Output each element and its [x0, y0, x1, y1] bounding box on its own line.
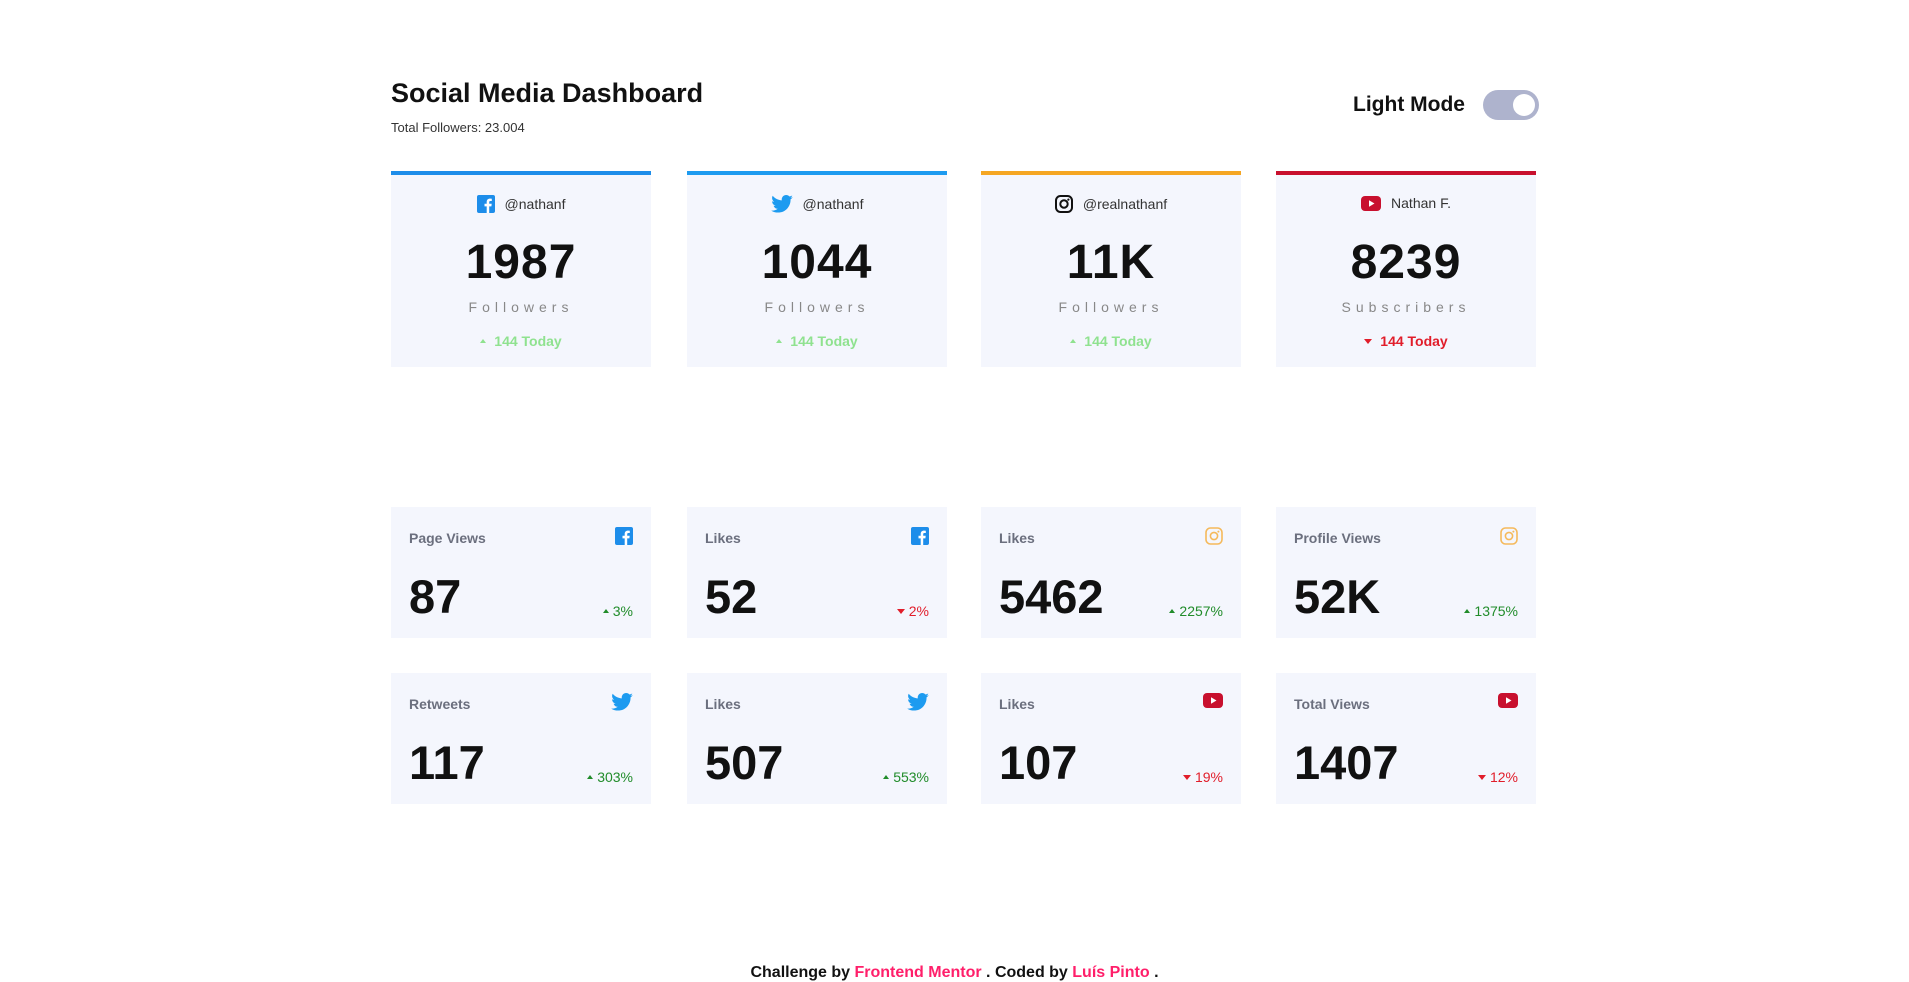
today-change: 144 Today: [981, 333, 1241, 349]
overview-card[interactable]: Likes 5462 2257%: [981, 507, 1241, 638]
facebook-icon: [615, 527, 633, 545]
account-handle: @nathanf: [802, 196, 864, 212]
facebook-icon: [476, 195, 495, 213]
instagram-icon: [1500, 527, 1518, 545]
arrow-up-icon: [1070, 339, 1077, 343]
theme-toggle[interactable]: [1483, 90, 1539, 120]
account-handle: @nathanf: [504, 196, 566, 212]
metric-value: 507: [705, 736, 784, 789]
metric-value: 87: [409, 570, 462, 623]
overview-card[interactable]: Retweets 117 303%: [391, 673, 651, 804]
metric-change: 303%: [587, 769, 633, 785]
count-unit: Followers: [468, 299, 574, 315]
metric-change: 12%: [1477, 769, 1518, 785]
metric-label: Retweets: [409, 696, 471, 712]
arrow-up-icon: [602, 609, 609, 613]
card-accent-bar: [391, 171, 651, 175]
twitter-icon: [907, 693, 929, 711]
youtube-icon: [1361, 195, 1382, 211]
twitter-icon: [770, 195, 793, 213]
total-followers: Total Followers: 23.004: [391, 120, 525, 135]
arrow-down-icon: [1477, 774, 1486, 780]
metric-label: Profile Views: [1294, 530, 1381, 546]
follower-count: 8239: [1350, 236, 1462, 289]
metric-label: Likes: [705, 696, 741, 712]
metric-change: 1375%: [1464, 603, 1518, 619]
arrow-down-icon: [1364, 338, 1373, 344]
youtube-icon: [1203, 693, 1223, 708]
account-handle: Nathan F.: [1391, 195, 1451, 211]
count-unit: Subscribers: [1341, 299, 1471, 315]
arrow-down-icon: [896, 608, 905, 614]
count-unit: Followers: [764, 299, 870, 315]
youtube-icon: [1498, 693, 1518, 708]
instagram-icon: [1054, 195, 1073, 213]
metric-value: 52: [705, 570, 758, 623]
today-change: 144 Today: [1276, 333, 1536, 349]
arrow-up-icon: [1169, 609, 1176, 613]
overview-card[interactable]: Likes 107 19%: [981, 673, 1241, 804]
account-handle: @realnathanf: [1082, 196, 1168, 212]
card-accent-bar: [1276, 171, 1536, 175]
follower-card-instagram[interactable]: @realnathanf 11K Followers 144 Today: [981, 171, 1241, 367]
arrow-up-icon: [883, 775, 890, 779]
follower-count: 1987: [465, 236, 577, 289]
author-link[interactable]: Luís Pinto: [1072, 964, 1149, 981]
instagram-icon: [1205, 527, 1223, 545]
twitter-icon: [611, 693, 633, 711]
metric-change: 3%: [602, 603, 633, 619]
metric-change: 553%: [883, 769, 929, 785]
metric-label: Likes: [999, 696, 1035, 712]
follower-card-facebook[interactable]: @nathanf 1987 Followers 144 Today: [391, 171, 651, 367]
metric-value: 107: [999, 736, 1078, 789]
metric-label: Likes: [999, 530, 1035, 546]
overview-card[interactable]: Profile Views 52K 1375%: [1276, 507, 1536, 638]
metric-label: Page Views: [409, 530, 486, 546]
card-accent-bar: [981, 171, 1241, 175]
follower-card-youtube[interactable]: Nathan F. 8239 Subscribers 144 Today: [1276, 171, 1536, 367]
metric-value: 52K: [1294, 570, 1381, 623]
arrow-up-icon: [587, 775, 594, 779]
attribution-footer: Challenge by Frontend Mentor . Coded by …: [750, 964, 1159, 981]
page-title: Social Media Dashboard: [391, 78, 704, 108]
arrow-up-icon: [776, 339, 783, 343]
metric-change: 19%: [1182, 769, 1223, 785]
frontend-mentor-link[interactable]: Frontend Mentor: [855, 964, 982, 981]
toggle-knob: [1513, 94, 1535, 116]
facebook-icon: [911, 527, 929, 545]
card-accent-bar: [687, 171, 947, 175]
metric-change: 2%: [896, 603, 929, 619]
metric-label: Total Views: [1294, 696, 1370, 712]
mode-label: Light Mode: [1353, 93, 1465, 116]
arrow-down-icon: [1182, 774, 1191, 780]
today-change: 144 Today: [391, 333, 651, 349]
arrow-up-icon: [1464, 609, 1471, 613]
today-change: 144 Today: [687, 333, 947, 349]
metric-change: 2257%: [1169, 603, 1223, 619]
metric-label: Likes: [705, 530, 741, 546]
arrow-up-icon: [480, 339, 487, 343]
follower-count: 11K: [1066, 236, 1156, 289]
metric-value: 1407: [1294, 736, 1399, 789]
metric-value: 117: [409, 736, 485, 789]
metric-value: 5462: [999, 570, 1104, 623]
follower-card-twitter[interactable]: @nathanf 1044 Followers 144 Today: [687, 171, 947, 367]
count-unit: Followers: [1058, 299, 1164, 315]
follower-count: 1044: [761, 236, 873, 289]
mode-switch: Light Mode: [1353, 90, 1539, 120]
dashboard-header: Social Media Dashboard Total Followers: …: [391, 78, 1539, 148]
overview-card[interactable]: Likes 507 553%: [687, 673, 947, 804]
overview-card[interactable]: Likes 52 2%: [687, 507, 947, 638]
overview-card[interactable]: Total Views 1407 12%: [1276, 673, 1536, 804]
overview-card[interactable]: Page Views 87 3%: [391, 507, 651, 638]
